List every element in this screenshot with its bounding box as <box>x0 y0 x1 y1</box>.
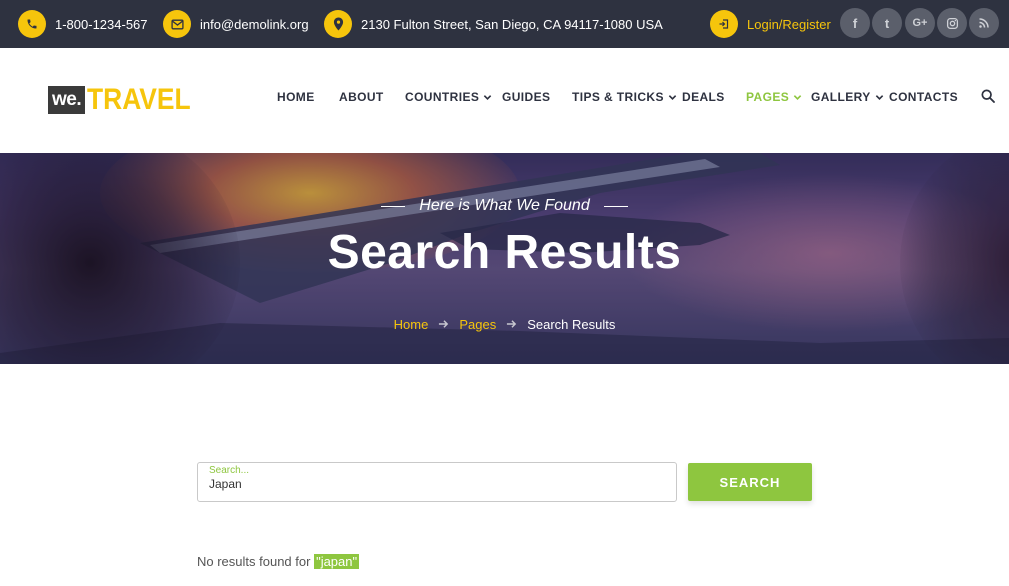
hero-banner: Here is What We Found Search Results Hom… <box>0 153 1009 364</box>
search-icon[interactable] <box>980 88 998 106</box>
nav-countries-label: COUNTRIES <box>405 90 480 104</box>
nav-deals[interactable]: DEALS <box>682 90 725 104</box>
site-header: we. TRAVEL HOME ABOUT COUNTRIES GUIDES T… <box>0 48 1009 153</box>
phone-icon <box>18 10 46 38</box>
mail-icon <box>163 10 191 38</box>
chevron-down-icon <box>875 94 883 100</box>
nav-about[interactable]: ABOUT <box>339 90 384 104</box>
nav-contacts[interactable]: CONTACTS <box>889 90 958 104</box>
login-register-label: Login/Register <box>747 16 831 32</box>
hero-subtitle-text: Here is What We Found <box>419 197 590 214</box>
facebook-icon[interactable]: f <box>840 8 870 38</box>
nav-tips-tricks[interactable]: TIPS & TRICKS <box>572 90 677 104</box>
rss-icon[interactable] <box>969 8 999 38</box>
nav-pages-label: PAGES <box>746 90 790 104</box>
no-results-prefix: No results found for <box>197 554 315 569</box>
chevron-down-icon <box>793 94 802 100</box>
logo-we: we. <box>48 86 86 114</box>
breadcrumb-pages[interactable]: Pages <box>459 317 496 332</box>
login-icon <box>710 10 738 38</box>
street-address: 2130 Fulton Street, San Diego, CA 94117-… <box>361 16 663 32</box>
decorative-line <box>381 205 406 207</box>
nav-countries[interactable]: COUNTRIES <box>405 90 492 104</box>
phone-contact[interactable]: 1-800-1234-567 <box>18 9 148 39</box>
nav-home[interactable]: HOME <box>277 90 315 104</box>
breadcrumb-current: Search Results <box>527 317 616 332</box>
google-plus-icon[interactable]: G+ <box>905 8 935 38</box>
nav-guides[interactable]: GUIDES <box>502 90 550 104</box>
phone-number: 1-800-1234-567 <box>55 16 148 32</box>
arrow-right-icon <box>438 318 449 332</box>
decorative-line <box>603 205 628 207</box>
search-term-highlight: "japan" <box>314 554 360 569</box>
location-pin-icon <box>324 10 352 38</box>
nav-gallery[interactable]: GALLERY <box>811 90 884 104</box>
site-logo[interactable]: we. TRAVEL <box>48 84 205 116</box>
email-contact[interactable]: info@demolink.org <box>163 9 309 39</box>
logo-travel: TRAVEL <box>87 83 191 116</box>
page-title: Search Results <box>327 226 682 279</box>
chevron-down-icon <box>484 94 492 100</box>
chevron-down-icon <box>668 94 677 100</box>
nav-tips-tricks-label: TIPS & TRICKS <box>572 90 664 104</box>
instagram-icon[interactable] <box>937 8 967 38</box>
nav-gallery-label: GALLERY <box>811 90 871 104</box>
twitter-icon[interactable]: t <box>872 8 902 38</box>
search-input[interactable] <box>209 474 649 494</box>
login-register-link[interactable]: Login/Register <box>710 9 831 39</box>
no-results-message: No results found for "japan" <box>197 554 360 569</box>
search-field[interactable]: Search... <box>197 462 677 502</box>
address-contact: 2130 Fulton Street, San Diego, CA 94117-… <box>324 9 663 39</box>
top-bar: 1-800-1234-567 info@demolink.org 2130 Fu… <box>0 0 1009 48</box>
search-button[interactable]: SEARCH <box>688 463 812 501</box>
nav-pages[interactable]: PAGES <box>746 90 802 104</box>
hero-subtitle: Here is What We Found <box>0 197 1009 215</box>
arrow-right-icon <box>506 318 517 332</box>
breadcrumb: Home Pages Search Results <box>0 317 1009 332</box>
email-address: info@demolink.org <box>200 16 309 32</box>
breadcrumb-home[interactable]: Home <box>394 317 429 332</box>
